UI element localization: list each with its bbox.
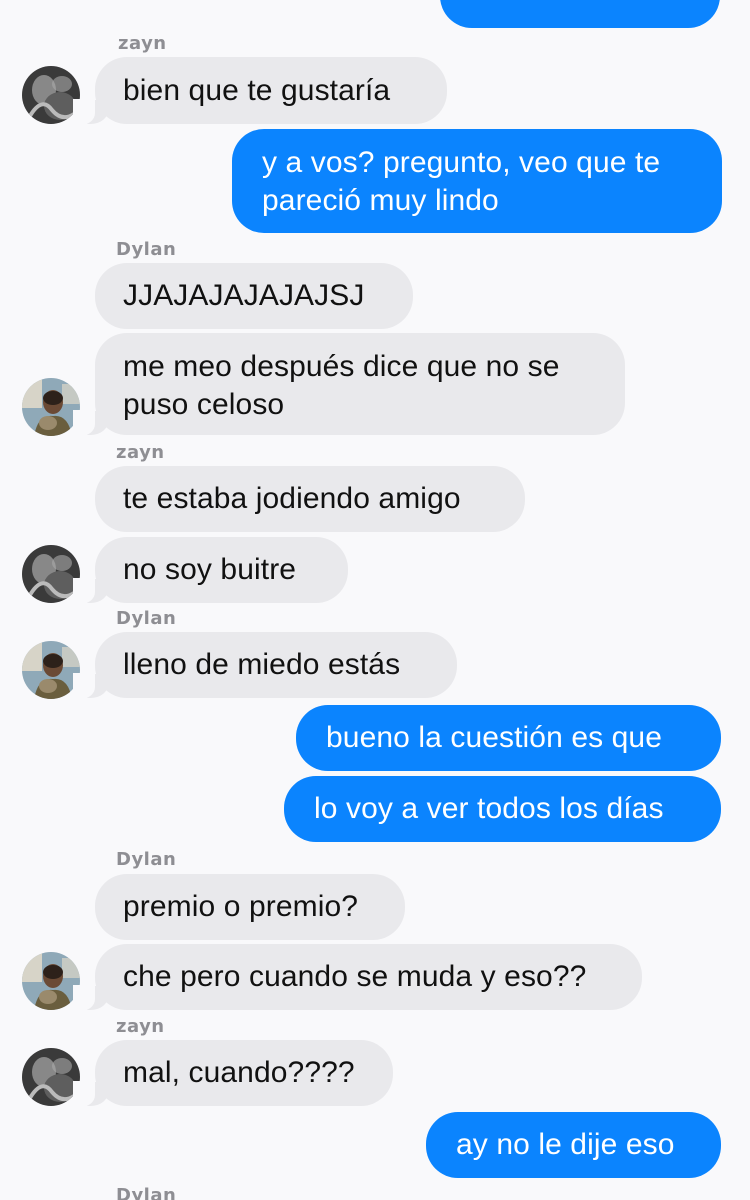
avatar-dylan[interactable] <box>22 641 80 699</box>
message-received[interactable]: che pero cuando se muda y eso?? <box>73 944 642 1011</box>
message-received[interactable]: no soy buitre <box>73 537 348 604</box>
avatar-zayn[interactable] <box>22 66 80 124</box>
message-sent[interactable]: ay no le dije eso <box>426 1112 721 1178</box>
message-received[interactable]: premio o premio? <box>95 874 405 940</box>
avatar-zayn[interactable] <box>22 545 80 603</box>
message-received[interactable]: mal, cuando???? <box>73 1040 393 1107</box>
sender-label-zayn: zayn <box>118 33 167 54</box>
sender-label-dylan: Dylan <box>116 849 177 870</box>
sender-label-dylan: Dylan <box>116 1185 177 1200</box>
zayn-photo-icon <box>22 545 80 603</box>
avatar-dylan[interactable] <box>22 378 80 436</box>
sender-label-dylan: Dylan <box>116 608 177 629</box>
message-sent-partial[interactable] <box>440 0 720 28</box>
message-sent[interactable]: y a vos? pregunto, veo que te pareció mu… <box>232 129 722 233</box>
message-received[interactable]: JJAJAJAJAJAJSJ <box>95 263 413 329</box>
avatar-zayn[interactable] <box>22 1048 80 1106</box>
message-received[interactable]: me meo después dice que no se puso celos… <box>73 333 625 436</box>
sender-label-zayn: zayn <box>116 442 165 463</box>
sender-label-dylan: Dylan <box>116 239 177 260</box>
message-received[interactable]: te estaba jodiendo amigo <box>95 466 525 532</box>
chat-transcript: zayn bien que te gustaría y a vos? pregu… <box>0 0 750 1200</box>
dylan-photo-icon <box>22 378 80 436</box>
zayn-photo-icon <box>22 1048 80 1106</box>
sender-label-zayn: zayn <box>116 1016 165 1037</box>
message-received[interactable]: lleno de miedo estás <box>73 632 457 699</box>
message-received[interactable]: bien que te gustaría <box>73 57 447 125</box>
dylan-photo-icon <box>22 641 80 699</box>
zayn-photo-icon <box>22 66 80 124</box>
avatar-dylan[interactable] <box>22 952 80 1010</box>
message-sent[interactable]: bueno la cuestión es que <box>296 705 721 771</box>
dylan-photo-icon <box>22 952 80 1010</box>
message-sent[interactable]: lo voy a ver todos los días <box>284 776 721 842</box>
